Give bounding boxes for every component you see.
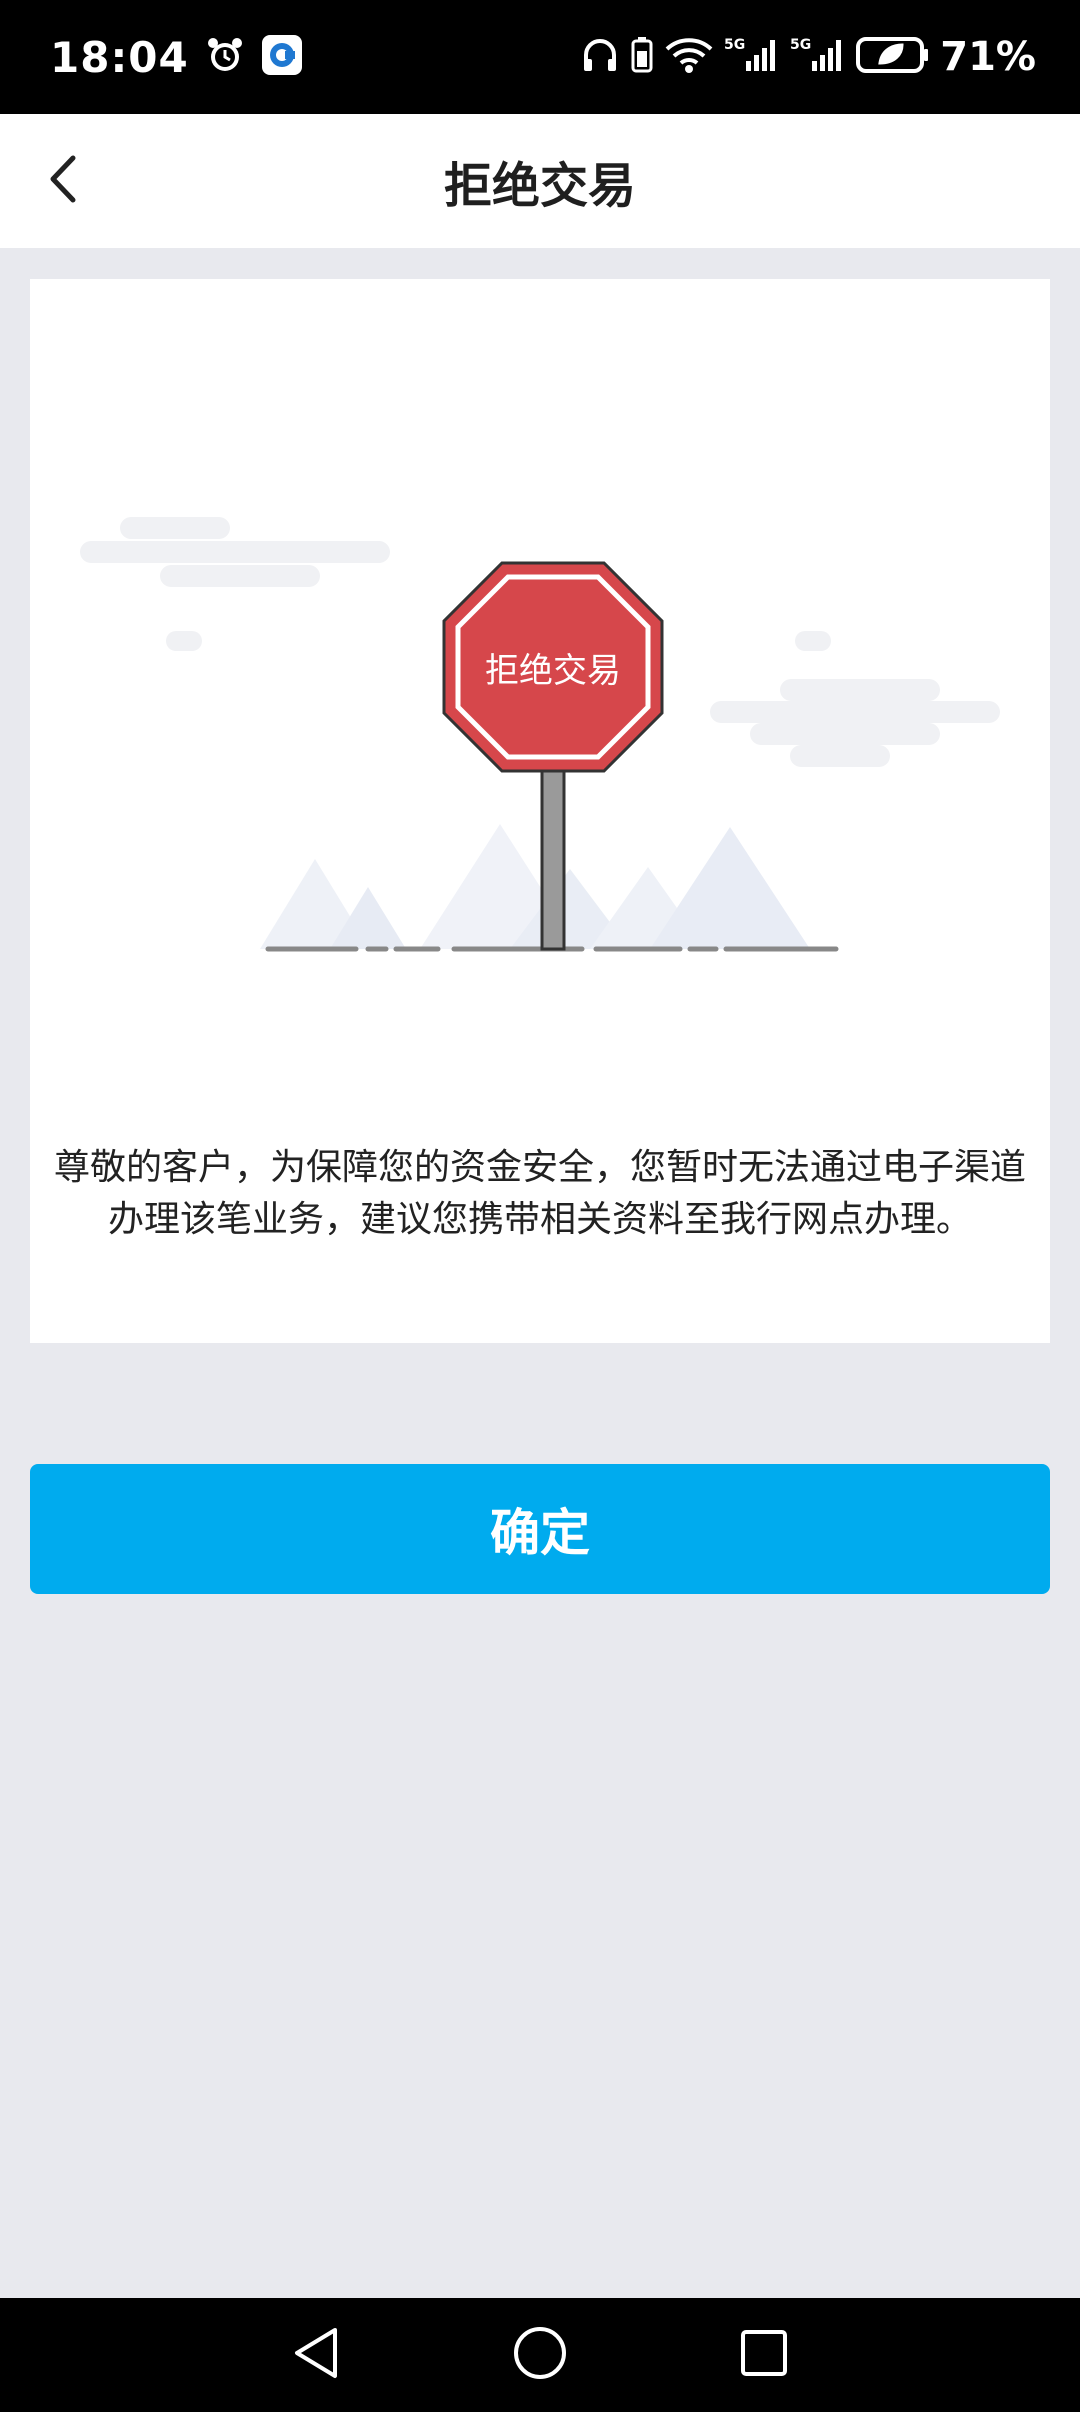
back-triangle-icon bbox=[291, 2326, 341, 2384]
system-back-button[interactable] bbox=[204, 2298, 428, 2412]
wifi-icon bbox=[664, 35, 714, 79]
message-text: 尊敬的客户，为保障您的资金安全，您暂时无法通过电子渠道办理该笔业务，建议您携带相… bbox=[53, 1147, 1026, 1240]
cloud-left bbox=[80, 517, 390, 651]
battery-percent: 71% bbox=[940, 34, 1036, 80]
stop-sign-illustration: 拒绝交易 bbox=[80, 517, 1000, 952]
signal-5g-icon: 5G bbox=[790, 35, 846, 79]
system-navigation-bar bbox=[0, 2298, 1080, 2412]
page-title: 拒绝交易 bbox=[443, 158, 636, 214]
status-bar: 18:04 5G 5G 71% bbox=[0, 0, 1080, 114]
signal-5g-icon: 5G bbox=[724, 35, 780, 79]
chevron-left-icon bbox=[45, 154, 81, 208]
app-notification-icon bbox=[261, 34, 303, 80]
system-recents-button[interactable] bbox=[652, 2298, 876, 2412]
cloud-right bbox=[710, 631, 1000, 767]
alarm-icon bbox=[205, 35, 245, 79]
sign-pole bbox=[540, 767, 566, 951]
mountains bbox=[260, 824, 810, 949]
svg-text:5G: 5G bbox=[724, 37, 745, 53]
stop-sign-text: 拒绝交易 bbox=[485, 651, 621, 691]
svg-text:5G: 5G bbox=[790, 37, 811, 53]
battery-icon bbox=[856, 35, 930, 79]
system-home-button[interactable] bbox=[428, 2298, 652, 2412]
home-circle-icon bbox=[512, 2325, 568, 2385]
back-button[interactable] bbox=[26, 144, 100, 218]
recents-square-icon bbox=[739, 2328, 789, 2382]
headphones-icon bbox=[580, 35, 620, 79]
battery-saver-icon bbox=[630, 35, 654, 79]
confirm-button[interactable]: 确定 bbox=[30, 1464, 1050, 1594]
status-time: 18:04 bbox=[50, 32, 189, 82]
nav-header: 拒绝交易 bbox=[0, 114, 1080, 248]
